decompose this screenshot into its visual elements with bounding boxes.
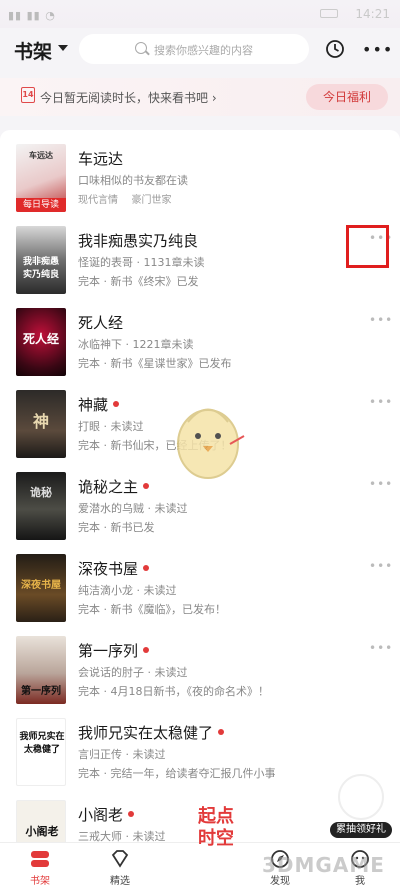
history-icon[interactable] — [325, 39, 345, 59]
more-icon[interactable]: ••• — [369, 478, 393, 490]
book-status: 完本 · 新书《魔临》，已发布！ — [78, 603, 226, 616]
book-status: 完本 · 完结一年，给读者夺汇报几件小事 — [78, 767, 276, 780]
page-title[interactable]: 书架 — [14, 37, 52, 64]
book-meta: 纯洁滴小龙 · 未读过 — [78, 584, 177, 597]
more-icon[interactable]: ••• — [369, 314, 393, 326]
unread-dot — [113, 400, 120, 407]
bookshelf-list: 车远达 每日导读 车远达 口味相似的书友都在读 现代言情 豪门世家 我非痴愚 实… — [0, 130, 400, 842]
bookshelf-icon — [31, 851, 49, 867]
tag-chip: 现代言情 — [78, 195, 118, 206]
book-title: 我非痴愚实乃纯良 — [78, 232, 199, 250]
unread-dot — [128, 810, 135, 817]
book-cover: 我师兄实在 太稳健了 — [16, 718, 66, 786]
signal-icon: ▮▮ ▮▮ ◔ — [8, 9, 56, 22]
book-meta: 打眼 · 未读过 — [78, 420, 144, 433]
avatar — [338, 774, 384, 820]
book-cover: 死人经 — [16, 308, 66, 376]
header: 书架 搜索你感兴趣的内容 ••• — [0, 28, 400, 72]
diamond-icon — [111, 850, 129, 868]
tag-chip: 豪门世家 — [131, 195, 172, 206]
more-icon[interactable]: ••• — [369, 642, 393, 654]
book-cover: 神 — [16, 390, 66, 458]
book-item[interactable]: 死人经 死人经 冰临神下 · 1221章未读 完本 · 新书《星谍世家》已发布 … — [0, 304, 400, 388]
tab-label: 精选 — [110, 876, 130, 887]
book-cover: 车远达 每日导读 — [16, 144, 66, 212]
tab-featured[interactable]: 精选 — [80, 843, 160, 888]
highlight-box — [346, 225, 389, 268]
book-meta: 怪诞的表哥 · 1131章未读 — [78, 256, 205, 269]
reading-banner[interactable]: 14 今日暂无阅读时长，快来看书吧 › 今日福利 — [0, 78, 400, 116]
status-bar: ▮▮ ▮▮ ◔ 14:21 — [0, 0, 400, 28]
book-status: 完本 · 新书《星谍世家》已发布 — [78, 357, 232, 370]
book-title: 深夜书屋 — [78, 558, 150, 579]
banner-message: 今日暂无阅读时长，快来看书吧 › — [40, 91, 217, 105]
book-status: 完本 · 新书《终宋》已发 — [78, 275, 199, 288]
more-icon[interactable]: ••• — [369, 396, 393, 408]
status-time: 14:21 — [355, 7, 390, 21]
daily-welfare-button[interactable]: 今日福利 — [306, 84, 388, 110]
more-icon[interactable]: ••• — [362, 42, 393, 58]
book-status: 完本 · 4月18日新书，《夜的命名术》！ — [78, 685, 269, 698]
book-item[interactable]: 车远达 每日导读 车远达 口味相似的书友都在读 现代言情 豪门世家 — [0, 140, 400, 224]
unread-dot — [143, 646, 150, 653]
qidian-logo: 起点 时空 — [198, 806, 234, 849]
book-meta: 口味相似的书友都在读 — [78, 174, 188, 187]
unread-dot — [143, 482, 150, 489]
book-title: 神藏 — [78, 394, 120, 415]
battery-icon — [320, 9, 338, 18]
book-item[interactable]: 深夜书屋 深夜书屋 纯洁滴小龙 · 未读过 完本 · 新书《魔临》，已发布！ •… — [0, 550, 400, 634]
book-cover: 小阁老 — [16, 800, 66, 842]
book-title: 死人经 — [78, 314, 124, 332]
book-title: 小阁老 — [78, 804, 135, 825]
search-placeholder: 搜索你感兴趣的内容 — [154, 44, 253, 57]
book-title: 第一序列 — [78, 640, 150, 661]
book-meta: 三戒大师 · 未读过 — [78, 830, 166, 842]
book-item[interactable]: 第一序列 第一序列 会说话的肘子 · 未读过 完本 · 4月18日新书，《夜的命… — [0, 632, 400, 716]
unread-dot — [143, 564, 150, 571]
mascot-chick-icon — [177, 408, 245, 479]
book-title: 车远达 — [78, 150, 124, 168]
caret-down-icon[interactable] — [58, 45, 68, 51]
more-icon[interactable]: ••• — [369, 560, 393, 572]
book-title: 诡秘之主 — [78, 476, 150, 497]
book-cover: 深夜书屋 — [16, 554, 66, 622]
tab-label: 书架 — [30, 876, 50, 887]
search-bar[interactable]: 搜索你感兴趣的内容 — [79, 34, 309, 64]
book-cover: 第一序列 — [16, 636, 66, 704]
promo-badge[interactable]: 累抽领好礼 — [330, 774, 392, 838]
calendar-icon: 14 — [21, 87, 35, 103]
promo-label: 累抽领好礼 — [330, 822, 392, 838]
watermark: 3DMGAME — [262, 853, 385, 877]
book-cover: 我非痴愚 实乃纯良 — [16, 226, 66, 294]
book-item[interactable]: 我非痴愚 实乃纯良 我非痴愚实乃纯良 怪诞的表哥 · 1131章未读 完本 · … — [0, 222, 400, 306]
tab-bookshelf[interactable]: 书架 — [0, 843, 80, 888]
book-title: 我师兄实在太稳健了 — [78, 722, 225, 743]
daily-guide-tag: 每日导读 — [16, 198, 66, 212]
book-status: 完本 · 新书已发 — [78, 521, 155, 534]
book-tags: 现代言情 豪门世家 — [78, 191, 182, 206]
book-meta: 言归正传 · 未读过 — [78, 748, 166, 761]
search-icon — [135, 42, 147, 54]
book-meta: 会说话的肘子 · 未读过 — [78, 666, 188, 679]
book-cover: 诡秘 — [16, 472, 66, 540]
unread-dot — [218, 728, 225, 735]
book-meta: 爱潜水的乌贼 · 未读过 — [78, 502, 188, 515]
book-meta: 冰临神下 · 1221章未读 — [78, 338, 194, 351]
